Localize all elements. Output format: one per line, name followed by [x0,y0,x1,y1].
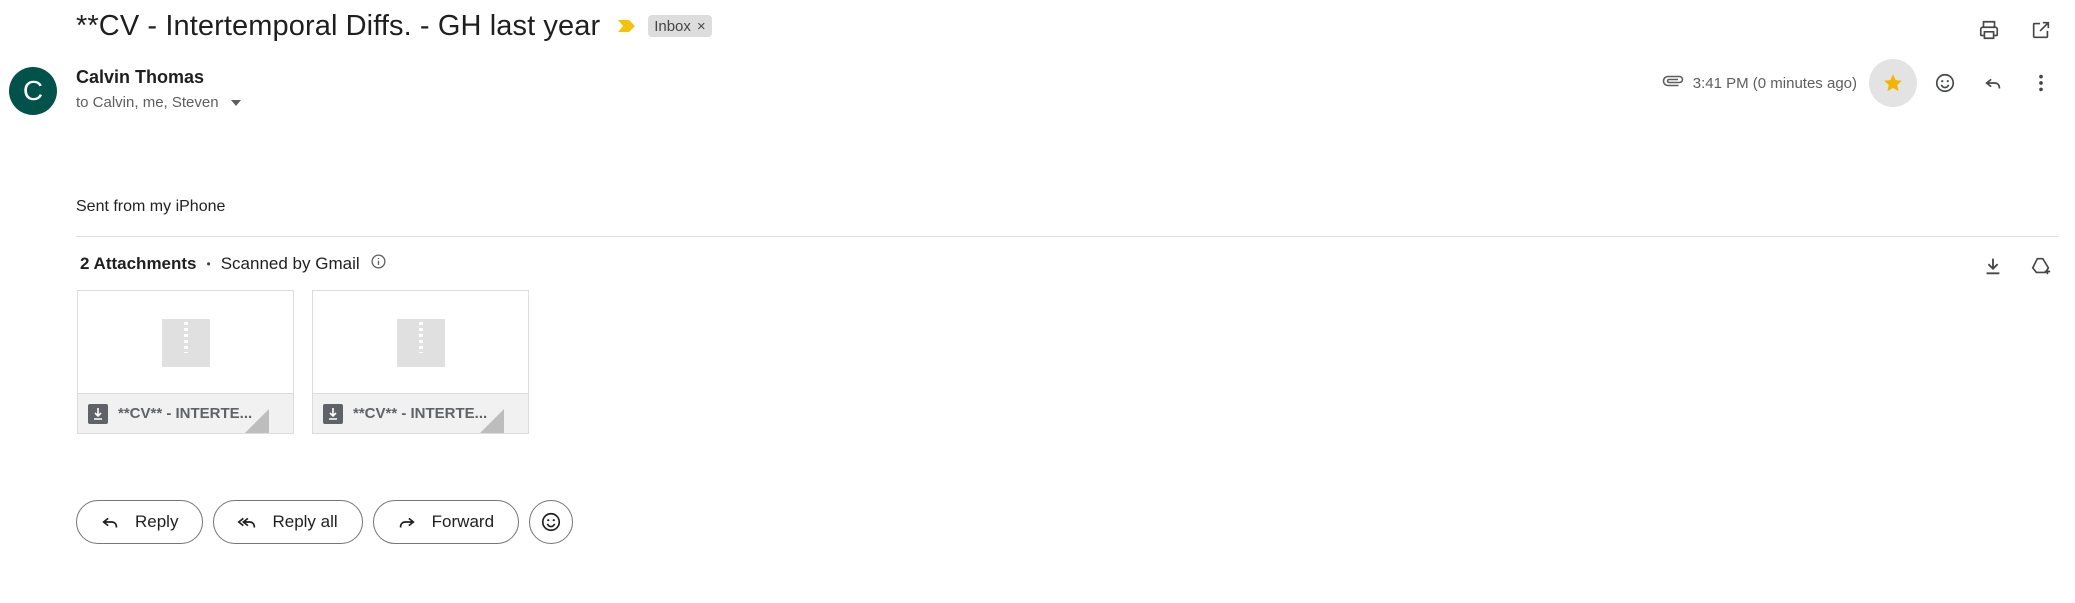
add-to-drive-icon [2031,257,2051,275]
sender-name[interactable]: Calvin Thomas [76,67,204,88]
attachments-count: 2 Attachments [80,254,197,273]
email-subject: **CV - Intertemporal Diffs. - GH last ye… [76,9,601,42]
attachment-name: **CV** - INTERTE... [353,405,488,422]
reply-all-button[interactable]: Reply all [213,500,363,544]
print-button[interactable] [1969,10,2009,50]
attachment-actions [1973,246,2061,286]
subject-row: **CV - Intertemporal Diffs. - GH last ye… [76,8,712,44]
forward-label: Forward [431,512,495,531]
top-actions [1969,10,2061,50]
attachment-thumbnail [78,291,293,394]
more-vert-icon [2039,74,2043,92]
message-meta: 3:41 PM (0 minutes ago) [1661,59,2061,107]
star-button[interactable] [1869,59,1917,107]
forward-icon [399,517,415,528]
reply-button[interactable]: Reply [76,500,204,544]
attachment-card[interactable]: **CV** - INTERTE... [312,290,529,434]
more-options-button[interactable] [2021,63,2061,103]
label-chip-inbox: Inbox × [648,15,712,37]
message-body: Sent from my iPhone [76,198,226,215]
download-icon [1986,258,2000,275]
avatar[interactable]: C [9,67,57,115]
reply-label: Reply [135,512,179,531]
archive-type-icon [323,403,343,424]
reply-icon [102,517,118,528]
importance-marker-icon[interactable] [616,19,636,33]
print-icon [1979,20,1999,40]
corner-fold [245,409,269,433]
emoji-icon [541,512,561,532]
open-in-new-icon [2032,21,2050,39]
reply-all-icon [237,517,256,528]
reply-actions: Reply Reply all Forward [76,500,574,544]
info-icon[interactable] [370,253,387,275]
recipients-text: to Calvin, me, Steven [76,94,219,111]
separator: • [206,257,211,271]
forward-button[interactable]: Forward [372,500,520,544]
recipients: to Calvin, me, Steven [76,94,241,111]
open-new-window-button[interactable] [2021,10,2061,50]
emoji-icon [1935,73,1955,93]
divider [76,236,2059,237]
attachment-card[interactable]: **CV** - INTERTE... [77,290,294,434]
download-all-button[interactable] [1973,246,2013,286]
reply-all-label: Reply all [272,512,338,531]
reply-icon [1985,78,2001,89]
scanned-text: Scanned by Gmail [220,254,360,273]
timestamp: 3:41 PM (0 minutes ago) [1692,74,1857,92]
attachment-icon [1661,69,1685,98]
attachment-name: **CV** - INTERTE... [118,405,253,422]
zip-file-icon [396,318,445,367]
star-icon [1884,74,1902,92]
corner-fold [480,409,504,433]
attachments-header: 2 Attachments • Scanned by Gmail [80,253,387,275]
remove-label-button[interactable]: × [697,18,706,35]
label-chip-text: Inbox [654,17,691,35]
show-details-icon[interactable] [230,99,241,106]
add-to-drive-button[interactable] [2021,246,2061,286]
reply-icon-button[interactable] [1973,63,2013,103]
add-reaction-button[interactable] [1925,63,1965,103]
emoji-reaction-button[interactable] [529,500,574,544]
attachment-thumbnail [313,291,528,394]
zip-file-icon [161,318,210,367]
archive-type-icon [88,403,108,424]
